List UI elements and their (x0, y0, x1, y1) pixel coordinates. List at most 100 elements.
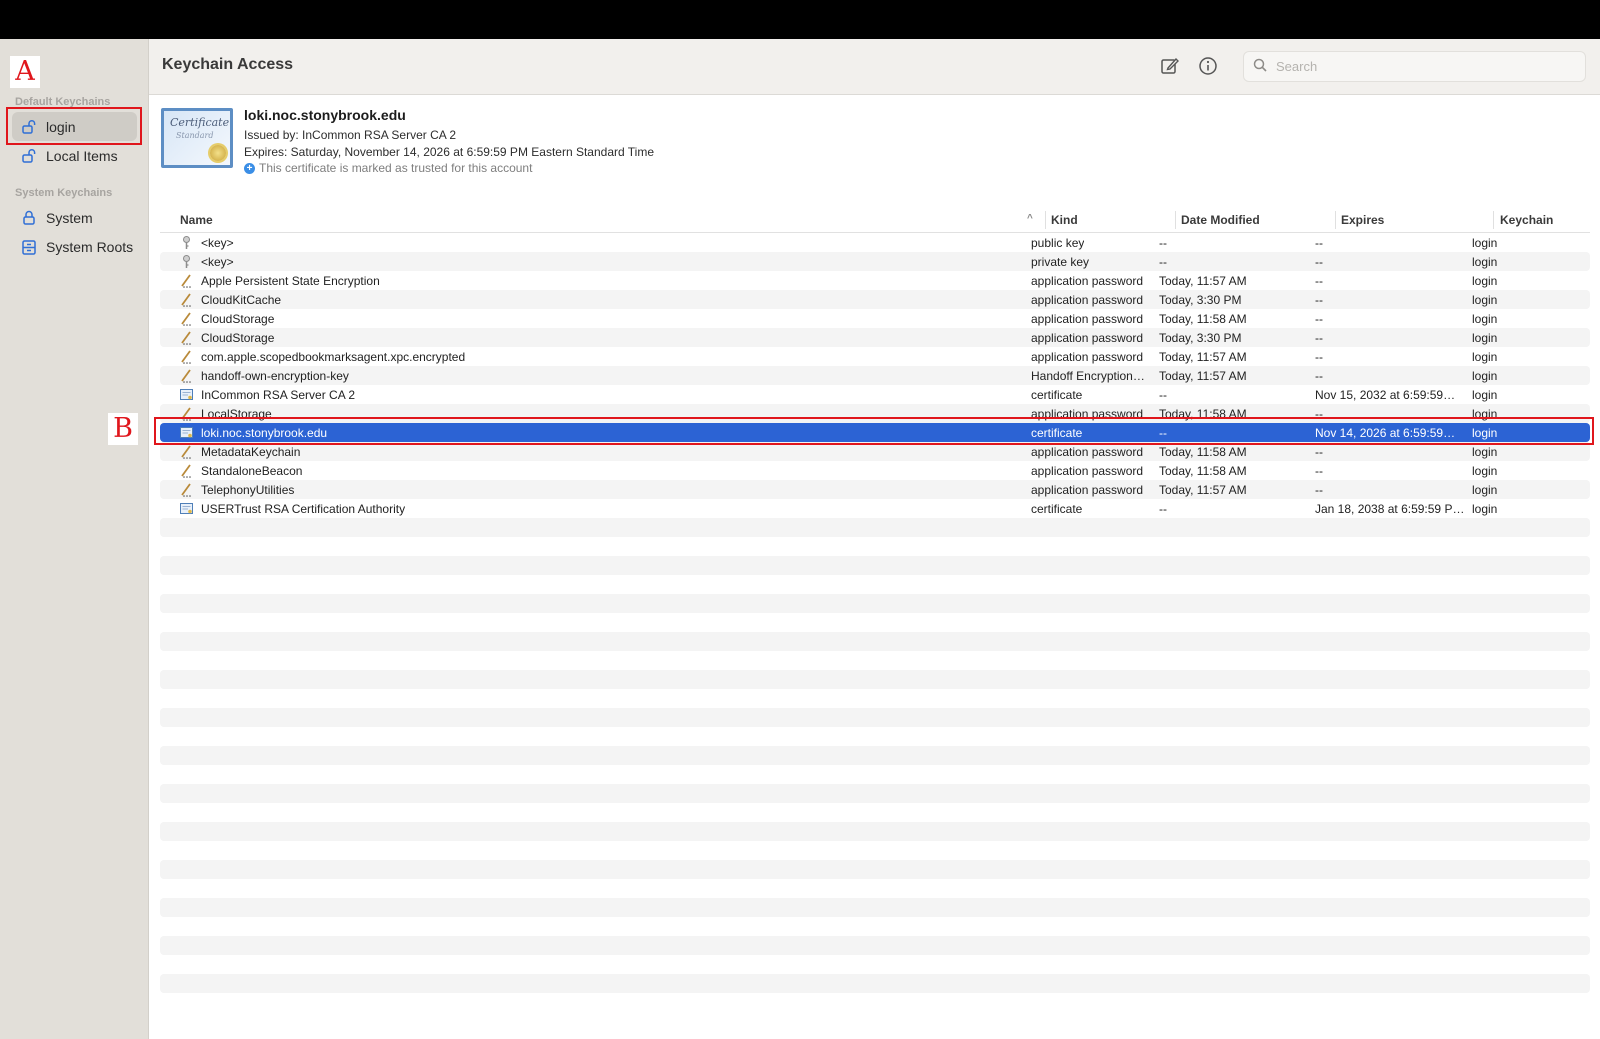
sidebar-item-system-roots[interactable]: System Roots (12, 232, 137, 261)
cell-name: <key> (201, 255, 234, 269)
cell-expires: -- (1315, 483, 1323, 497)
cell-keychain: login (1472, 236, 1498, 250)
empty-row (160, 689, 1590, 708)
certificate-expiry: Expires: Saturday, November 14, 2026 at … (244, 145, 654, 159)
table-row[interactable]: CloudStorage application password Today, 1… (160, 309, 1590, 328)
password-icon (179, 463, 194, 478)
key-icon (179, 235, 194, 250)
cell-name: CloudStorage (201, 331, 275, 345)
sidebar-item-local-items[interactable]: Local Items (12, 141, 137, 170)
cell-keychain: login (1472, 388, 1498, 402)
empty-row (160, 841, 1590, 860)
column-header-expires[interactable]: Expires (1341, 213, 1384, 227)
column-divider[interactable] (1045, 211, 1046, 229)
cell-keychain: login (1472, 293, 1498, 307)
column-header-date-modified[interactable]: Date Modified (1181, 213, 1260, 227)
key-icon (179, 254, 194, 269)
cell-expires: -- (1315, 255, 1323, 269)
cell-kind: application password (1031, 293, 1144, 307)
lock-icon (20, 209, 38, 227)
cell-kind: private key (1031, 255, 1090, 269)
cell-kind: application password (1031, 312, 1144, 326)
column-divider[interactable] (1175, 211, 1176, 229)
cell-kind: application password (1031, 350, 1144, 364)
certificate-icon (179, 501, 194, 516)
sidebar-item-system[interactable]: System (12, 203, 137, 232)
cell-keychain: login (1472, 255, 1498, 269)
search-field[interactable] (1243, 51, 1586, 82)
cell-kind: application password (1031, 483, 1144, 497)
cell-kind: certificate (1031, 502, 1083, 516)
table-row[interactable]: StandaloneBeacon application password Toda… (160, 461, 1590, 480)
column-header-name[interactable]: Name (180, 213, 213, 227)
table-row[interactable]: com.apple.scopedbookmarksagent.xpc.encry… (160, 347, 1590, 366)
cell-keychain: login (1472, 483, 1498, 497)
table-row[interactable]: handoff-own-encryption-key Handoff Encryp… (160, 366, 1590, 385)
cell-kind: application password (1031, 274, 1144, 288)
info-icon[interactable] (1197, 55, 1219, 77)
cell-expires: -- (1315, 312, 1323, 326)
compose-icon[interactable] (1159, 55, 1181, 77)
cell-name: TelephonyUtilities (201, 483, 295, 497)
password-icon (179, 330, 194, 345)
window-title: Keychain Access (162, 56, 294, 73)
empty-row (160, 860, 1590, 879)
search-input[interactable] (1274, 58, 1585, 75)
certificate-image-text: Certificate (170, 116, 230, 129)
certificate-image: Certificate Standard (161, 108, 233, 168)
password-icon (179, 349, 194, 364)
certificate-icon (179, 387, 194, 402)
cell-keychain: login (1472, 502, 1498, 516)
cell-name: StandaloneBeacon (201, 464, 303, 478)
table-row[interactable]: CloudStorage application password Today, 3… (160, 328, 1590, 347)
table-row[interactable]: <key> private key -- -- login (160, 252, 1590, 271)
annotation-box-b (154, 417, 1594, 445)
empty-row (160, 879, 1590, 898)
certificate-image-subtext: Standard (176, 131, 214, 140)
cell-expires: -- (1315, 350, 1323, 364)
table-row[interactable]: Apple Persistent State Encryption applica… (160, 271, 1590, 290)
password-icon (179, 273, 194, 288)
column-divider[interactable] (1493, 211, 1494, 229)
empty-row (160, 955, 1590, 974)
empty-row (160, 784, 1590, 803)
sidebar-section-system-keychains: System Keychains (15, 187, 113, 199)
table-row[interactable]: USERTrust RSA Certification Authority cer… (160, 499, 1590, 518)
cell-kind: Handoff Encryption… (1031, 369, 1145, 383)
cell-expires: -- (1315, 369, 1323, 383)
cell-date-modified: Today, 3:30 PM (1159, 331, 1242, 345)
cell-date-modified: Today, 3:30 PM (1159, 293, 1242, 307)
lock-open-icon (20, 147, 38, 165)
cell-keychain: login (1472, 369, 1498, 383)
sidebar-item-label: System (46, 209, 93, 226)
cell-date-modified: -- (1159, 255, 1167, 269)
column-divider[interactable] (1335, 211, 1336, 229)
cell-expires: -- (1315, 331, 1323, 345)
column-header-keychain[interactable]: Keychain (1500, 213, 1553, 227)
table-row[interactable]: TelephonyUtilities application password To… (160, 480, 1590, 499)
cell-name: USERTrust RSA Certification Authority (201, 502, 406, 516)
table-row[interactable]: <key> public key -- -- login (160, 233, 1590, 252)
cell-expires: -- (1315, 274, 1323, 288)
empty-row (160, 632, 1590, 651)
password-icon (179, 292, 194, 307)
annotation-box-a (6, 107, 142, 145)
empty-row (160, 727, 1590, 746)
cell-kind: certificate (1031, 388, 1083, 402)
cell-expires: Jan 18, 2038 at 6:59:59 P… (1315, 502, 1465, 516)
cell-expires: -- (1315, 293, 1323, 307)
certificate-summary: Certificate Standard loki.noc.stonybrook… (149, 95, 1600, 210)
empty-row (160, 651, 1590, 670)
cell-keychain: login (1472, 445, 1498, 459)
cell-keychain: login (1472, 464, 1498, 478)
table-row[interactable]: InCommon RSA Server CA 2 certificate -- Nov… (160, 385, 1590, 404)
cell-date-modified: Today, 11:58 AM (1159, 312, 1247, 326)
empty-row (160, 993, 1590, 1012)
column-header-kind[interactable]: Kind (1051, 213, 1078, 227)
empty-row (160, 537, 1590, 556)
empty-row (160, 974, 1590, 993)
trust-text: This certificate is marked as trusted fo… (259, 161, 533, 175)
cell-name: MetadataKeychain (201, 445, 301, 459)
cell-keychain: login (1472, 312, 1498, 326)
table-row[interactable]: CloudKitCache application password Today, … (160, 290, 1590, 309)
